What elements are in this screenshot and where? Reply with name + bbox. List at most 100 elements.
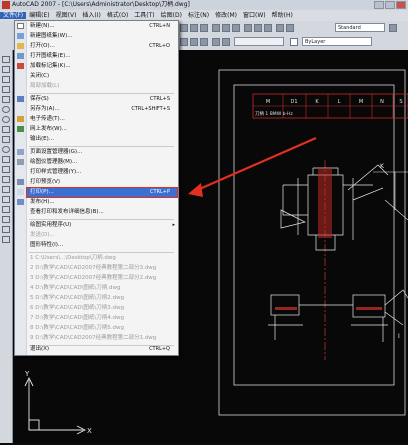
tool-icon[interactable] xyxy=(389,24,397,32)
line-icon[interactable] xyxy=(2,56,10,63)
recent-file-7[interactable]: 7 D:\教学\CAD\CAD\图纸\刀柄4.dwg xyxy=(27,314,177,323)
polyline-icon[interactable] xyxy=(2,76,10,83)
layer-icon[interactable] xyxy=(222,38,230,46)
menu-tools[interactable]: 工具(T) xyxy=(131,12,157,19)
maximize-button[interactable] xyxy=(385,1,395,9)
menu-item-load-markup[interactable]: 加载标记集(K)... xyxy=(27,62,177,71)
menu-item-open-sheetset[interactable]: 打开图纸集(E)... xyxy=(27,52,177,61)
menu-item-publish-web[interactable]: 网上发布(W)... xyxy=(27,125,177,134)
tool-icon[interactable] xyxy=(212,24,220,32)
spline-icon[interactable] xyxy=(2,136,10,143)
text-style-combo[interactable]: Standard xyxy=(335,23,385,32)
menu-item-close[interactable]: 关闭(C) xyxy=(27,72,177,81)
polygon-icon[interactable] xyxy=(2,86,10,93)
menu-item-plot-preview[interactable]: 打印预览(V) xyxy=(27,178,177,187)
menu-edit[interactable]: 编辑(E) xyxy=(26,12,52,19)
construction-line-icon[interactable] xyxy=(2,66,10,73)
ucs-icon xyxy=(24,376,87,435)
region-icon[interactable] xyxy=(2,216,10,223)
menu-help[interactable]: 帮助(H) xyxy=(269,12,296,19)
menu-draw[interactable]: 绘图(D) xyxy=(158,12,185,19)
arc-icon[interactable] xyxy=(2,106,10,113)
menu-item-publish[interactable]: 发布(H)... xyxy=(27,198,177,207)
menu-separator xyxy=(29,146,174,147)
menu-dimension[interactable]: 标注(N) xyxy=(185,12,212,19)
tool-icon[interactable] xyxy=(276,24,284,32)
layer-icon[interactable] xyxy=(190,38,198,46)
mtext-icon[interactable] xyxy=(2,236,10,243)
ellipse-arc-icon[interactable] xyxy=(2,156,10,163)
menu-item-save[interactable]: 保存(S) CTRL+S xyxy=(27,95,177,104)
tool-icon[interactable] xyxy=(264,24,272,32)
menu-modify[interactable]: 修改(M) xyxy=(212,12,240,19)
minimize-button[interactable] xyxy=(374,1,384,9)
recent-file-4[interactable]: 4 D:\教学\CAD\CAD\图纸\刀柄.dwg xyxy=(27,284,177,293)
open-sheetset-icon xyxy=(17,53,24,59)
color-icon[interactable] xyxy=(290,38,298,46)
table-header-m: M xyxy=(266,99,270,105)
menu-item-new-sheetset[interactable]: 新建图纸集(W)... xyxy=(27,32,177,41)
revcloud-icon[interactable] xyxy=(2,126,10,133)
label-i: I xyxy=(398,333,400,340)
menu-format[interactable]: 格式(O) xyxy=(104,12,131,19)
point-icon[interactable] xyxy=(2,186,10,193)
menu-item-exit[interactable]: 退出(X) CTRL+Q xyxy=(27,345,177,354)
hatch-icon[interactable] xyxy=(2,196,10,203)
circle-icon[interactable] xyxy=(2,116,10,123)
menu-item-plot[interactable]: 打印(P)... CTRL+P xyxy=(26,187,178,198)
menu-item-plot-style-manager[interactable]: 打印样式管理器(Y)... xyxy=(27,168,177,177)
tool-icon[interactable] xyxy=(190,24,198,32)
plot-preview-icon xyxy=(17,179,24,185)
tool-icon[interactable] xyxy=(222,24,230,32)
tool-icon[interactable] xyxy=(286,24,294,32)
table-header-k: K xyxy=(315,99,319,105)
recent-file-6[interactable]: 6 D:\教学\CAD\CAD\图纸\刀柄3.dwg xyxy=(27,304,177,313)
tool-icon[interactable] xyxy=(232,24,240,32)
tool-icon[interactable] xyxy=(180,24,188,32)
upper-view xyxy=(280,164,389,251)
layer-icon[interactable] xyxy=(200,38,208,46)
save-icon xyxy=(17,96,24,102)
table-icon[interactable] xyxy=(2,226,10,233)
recent-file-1[interactable]: 1 C:\Users\...\Desktop\刀柄.dwg xyxy=(27,254,177,263)
layer-icon[interactable] xyxy=(180,38,188,46)
recent-file-9[interactable]: 9 D:\教学\CAD\CAD2007经典教程第二部分1.dwg xyxy=(27,334,177,343)
menu-item-page-setup[interactable]: 页面设置管理器(G)... xyxy=(27,148,177,157)
menu-file[interactable]: 文件(F) xyxy=(0,12,27,19)
menu-item-open[interactable]: 打开(O)... CTRL+O xyxy=(27,42,177,51)
menu-window[interactable]: 窗口(W) xyxy=(240,12,269,19)
markup-set-icon xyxy=(17,63,24,69)
recent-file-8[interactable]: 8 D:\教学\CAD\CAD\图纸\刀柄5.dwg xyxy=(27,324,177,333)
close-button[interactable] xyxy=(396,1,406,9)
menu-item-new[interactable]: 新建(N)... CTRL+N xyxy=(27,22,177,31)
etransmit-icon xyxy=(17,116,24,122)
menu-item-export[interactable]: 输出(E)... xyxy=(27,135,177,144)
layer-combo[interactable] xyxy=(234,37,284,46)
recent-file-3[interactable]: 3 D:\教学\CAD\CAD2007经典教程第二部分2.dwg xyxy=(27,274,177,283)
insert-block-icon[interactable] xyxy=(2,166,10,173)
menu-item-plot-details[interactable]: 查看打印和发布详细信息(B)... xyxy=(27,208,177,217)
gradient-icon[interactable] xyxy=(2,206,10,213)
title-bar: AutoCAD 2007 - [C:\Users\Administrator\D… xyxy=(0,0,408,10)
menu-item-drawing-properties[interactable]: 图形特性(I)... xyxy=(27,241,177,250)
menu-item-etransmit[interactable]: 电子传递(T)... xyxy=(27,115,177,124)
rectangle-icon[interactable] xyxy=(2,96,10,103)
menu-view[interactable]: 视图(V) xyxy=(53,12,80,19)
menu-item-plotter-manager[interactable]: 绘图仪管理器(M)... xyxy=(27,158,177,167)
recent-file-5[interactable]: 5 D:\教学\CAD\CAD\图纸\刀柄2.dwg xyxy=(27,294,177,303)
tool-icon[interactable] xyxy=(200,24,208,32)
tool-icon[interactable] xyxy=(244,24,252,32)
make-block-icon[interactable] xyxy=(2,176,10,183)
lower-hatch-marks xyxy=(275,307,382,310)
recent-file-2[interactable]: 2 D:\教学\CAD\CAD2007经典教程第二部分3.dwg xyxy=(27,264,177,273)
linetype-combo[interactable]: ByLayer xyxy=(302,37,372,46)
menu-item-drawing-utilities[interactable]: 绘图实用程序(U) ▸ xyxy=(27,221,177,230)
ellipse-icon[interactable] xyxy=(2,146,10,153)
lower-view xyxy=(268,289,408,342)
menu-item-partial-load: 局部加载(L) xyxy=(30,83,60,89)
window-title: AutoCAD 2007 - [C:\Users\Administrator\D… xyxy=(12,1,190,8)
menu-insert[interactable]: 插入(I) xyxy=(79,12,103,19)
layer-icon[interactable] xyxy=(212,38,220,46)
menu-item-save-as[interactable]: 另存为(A)... CTRL+SHIFT+S xyxy=(27,105,177,114)
tool-icon[interactable] xyxy=(254,24,262,32)
